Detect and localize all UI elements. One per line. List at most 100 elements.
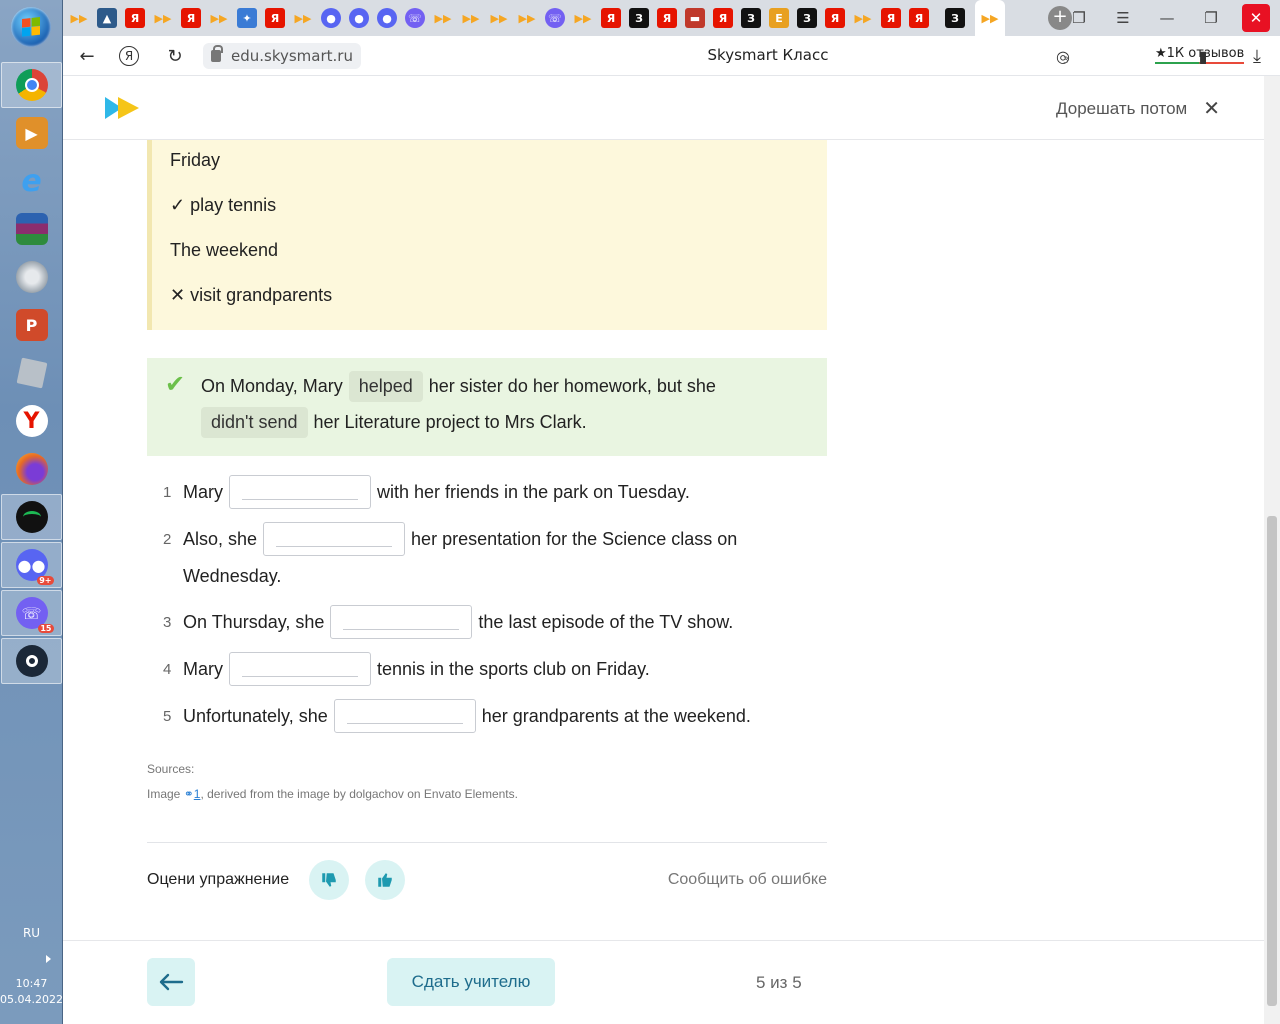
tab-app-icon[interactable]: E (769, 8, 789, 28)
tab-viber-icon[interactable]: ☏ (405, 8, 425, 28)
report-error-link[interactable]: Сообщить об ошибке (668, 871, 827, 889)
tab-zen-icon[interactable]: З (741, 8, 761, 28)
taskbar-discord[interactable]: ●● 9+ (1, 542, 62, 588)
close-icon[interactable]: ✕ (1203, 96, 1220, 121)
sources-credit: Image ⚭1, derived from the image by dolg… (147, 787, 518, 801)
yandex-home-icon[interactable]: Я (119, 46, 139, 66)
page-scrollbar[interactable] (1264, 76, 1280, 1024)
schedule-day: Friday (170, 150, 221, 170)
tab-yandex-icon[interactable]: Я (825, 8, 845, 28)
question-continuation: Wednesday. (183, 566, 282, 586)
tab-app-icon[interactable]: ✦ (237, 8, 257, 28)
answer-input[interactable] (229, 475, 371, 509)
powerpoint-icon: P (15, 309, 48, 341)
tab-skysmart-icon[interactable]: ▶▶ (489, 8, 509, 28)
tab-skysmart-icon[interactable]: ▶▶ (293, 8, 313, 28)
windows-taskbar: ▶ e P Y ●● 9+ ☏ 15 RU 10:47 05.04.2022 (0, 0, 63, 1024)
url-field[interactable]: edu.skysmart.ru (203, 43, 361, 69)
tab-skysmart-icon[interactable]: ▶▶ (433, 8, 453, 28)
extension-badge: 3 (1063, 56, 1069, 66)
taskbar-chrome[interactable] (1, 62, 62, 108)
tab-yandex-icon[interactable]: Я (881, 8, 901, 28)
reload-icon[interactable]: ↻ (163, 44, 187, 68)
answer-input[interactable] (229, 652, 371, 686)
taskbar-media-player[interactable]: ▶ (1, 110, 62, 156)
close-window-button[interactable]: ✕ (1242, 4, 1270, 32)
tab-zen-icon[interactable]: З (797, 8, 817, 28)
answer-input[interactable] (263, 522, 406, 556)
page-title: Skysmart Класс (707, 46, 829, 64)
tab-yandex-icon[interactable]: Я (265, 8, 285, 28)
firefox-icon (15, 453, 48, 485)
question-text: tennis in the sports club on Friday. (377, 658, 650, 679)
clock[interactable]: 10:47 05.04.2022 (0, 976, 63, 1008)
previous-button[interactable] (147, 958, 195, 1006)
scrollbar-thumb[interactable] (1267, 516, 1277, 1006)
example-card: ✔ On Monday, Mary helped her sister do h… (147, 358, 827, 456)
taskbar-internet-explorer[interactable]: e (1, 158, 62, 204)
lock-icon (211, 45, 223, 62)
tab-yandex-icon[interactable]: Я (181, 8, 201, 28)
tab-yandex-icon[interactable]: Я (657, 8, 677, 28)
taskbar-firefox[interactable] (1, 446, 62, 492)
tab-skysmart-icon[interactable]: ▶▶ (573, 8, 593, 28)
tab-app-icon[interactable]: ▬ (685, 8, 705, 28)
language-indicator[interactable]: RU (0, 926, 63, 940)
tab-zen-icon[interactable]: З (945, 8, 965, 28)
app-header: Дорешать потом ✕ (63, 76, 1264, 140)
taskbar-steam[interactable] (1, 638, 62, 684)
tab-discord-icon[interactable]: ● (377, 8, 397, 28)
restore-icon[interactable]: ❐ (1189, 0, 1233, 36)
tab-skysmart-icon[interactable]: ▶▶ (517, 8, 537, 28)
tab-skysmart-icon[interactable]: ▶▶ (853, 8, 873, 28)
taskbar-yandex-browser[interactable]: Y (1, 398, 62, 444)
steam-icon (15, 645, 48, 677)
dislike-button[interactable] (309, 860, 349, 900)
tab-discord-icon[interactable]: ● (349, 8, 369, 28)
taskbar-speaker[interactable] (1, 254, 62, 300)
tab-zen-icon[interactable]: З (629, 8, 649, 28)
sources-heading: Sources: (147, 762, 195, 776)
tray-expand-icon[interactable] (46, 955, 51, 963)
question-text: her grandparents at the weekend. (481, 705, 751, 726)
back-icon[interactable]: ← (75, 44, 99, 68)
tab-yandex-icon[interactable]: Я (125, 8, 145, 28)
tab-viber-icon[interactable]: ☏ (545, 8, 565, 28)
taskbar-powerpoint[interactable]: P (1, 302, 62, 348)
taskbar-winrar[interactable] (1, 206, 62, 252)
menu-icon[interactable]: ☰ (1101, 0, 1145, 36)
answer-input[interactable] (330, 605, 473, 639)
download-icon[interactable]: ⤓ (1245, 44, 1269, 68)
taskbar-viber[interactable]: ☏ 15 (1, 590, 62, 636)
tab-skysmart-icon[interactable]: ▶▶ (153, 8, 173, 28)
tab-skysmart-icon[interactable]: ▶▶ (69, 8, 89, 28)
tab-yandex-icon[interactable]: Я (713, 8, 733, 28)
footer-bar: Сдать учителю 5 из 5 (63, 940, 1264, 1024)
tab-discord-icon[interactable]: ● (321, 8, 341, 28)
example-line: didn't send her Literature project to Mr… (201, 407, 587, 438)
active-tab[interactable]: ▶▶ (975, 0, 1005, 36)
tab-image-icon[interactable]: ▲ (97, 8, 117, 28)
skysmart-logo-icon[interactable] (105, 97, 139, 119)
thumbs-down-icon (322, 873, 336, 887)
start-button[interactable] (11, 7, 51, 47)
solve-later-button[interactable]: Дорешать потом ✕ (1056, 96, 1220, 121)
taskbar-roblox[interactable] (1, 350, 62, 396)
question-row: 3 On Thursday, she the last episode of t… (163, 605, 733, 639)
arrow-left-icon (159, 973, 184, 991)
tab-skysmart-icon[interactable]: ▶▶ (209, 8, 229, 28)
example-answer-chip: helped (348, 371, 423, 402)
tab-manager-icon[interactable]: ❐ (1057, 0, 1101, 36)
answer-input[interactable] (333, 699, 476, 733)
submit-to-teacher-button[interactable]: Сдать учителю (387, 958, 555, 1006)
question-row: 4 Mary tennis in the sports club on Frid… (163, 652, 650, 686)
bookmark-icon[interactable]: ▮ (1191, 44, 1215, 68)
taskbar-spotify[interactable] (1, 494, 62, 540)
tab-yandex-icon[interactable]: Я (601, 8, 621, 28)
tab-yandex-icon[interactable]: Я (909, 8, 929, 28)
minimize-icon[interactable]: — (1145, 0, 1189, 36)
tab-skysmart-icon[interactable]: ▶▶ (461, 8, 481, 28)
like-button[interactable] (365, 860, 405, 900)
schedule-card: Friday ✓ play tennis The weekend ✕ visit… (147, 140, 827, 330)
question-text: Mary (183, 481, 223, 502)
